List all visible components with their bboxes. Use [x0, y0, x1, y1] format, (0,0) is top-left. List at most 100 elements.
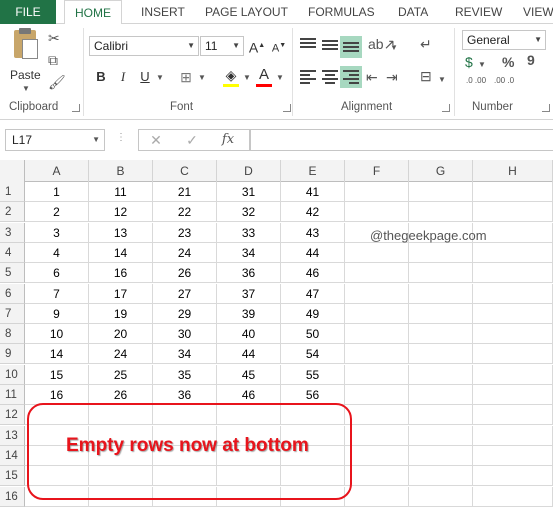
cell-e8[interactable]: 50 — [281, 324, 345, 345]
cell-h9[interactable] — [473, 344, 553, 365]
align-middle-icon[interactable] — [322, 40, 338, 54]
tab-home[interactable]: HOME — [64, 0, 122, 25]
tab-insert[interactable]: INSERT — [141, 0, 185, 24]
font-launcher-icon[interactable] — [283, 104, 291, 112]
cell-c10[interactable]: 35 — [153, 364, 217, 385]
enter-icon[interactable]: ✓ — [176, 129, 208, 151]
column-header-a[interactable]: A — [25, 160, 89, 182]
cell-h12[interactable] — [473, 405, 553, 426]
tab-page-layout[interactable]: PAGE LAYOUT — [205, 0, 288, 24]
name-box[interactable]: L17 ▼ — [5, 129, 105, 151]
cell-d5[interactable]: 36 — [217, 263, 281, 284]
decrease-decimal-button[interactable]: .00 .0 — [494, 76, 518, 85]
cell-f1[interactable] — [345, 182, 409, 202]
cell-c5[interactable]: 26 — [153, 263, 217, 284]
row-header[interactable]: 9 — [0, 344, 25, 365]
column-header-b[interactable]: B — [89, 160, 153, 182]
underline-button[interactable]: U — [136, 68, 154, 86]
cell-b3[interactable]: 13 — [89, 222, 153, 243]
cell-g7[interactable] — [409, 303, 473, 324]
row-header[interactable]: 1 — [0, 182, 25, 202]
merge-center-icon[interactable]: ⊟ — [420, 68, 432, 84]
cell-b4[interactable]: 14 — [89, 242, 153, 263]
chevron-down-icon[interactable]: ▼ — [390, 40, 398, 56]
number-format-select[interactable]: General ▼ — [462, 30, 546, 50]
cell-d1[interactable]: 31 — [217, 182, 281, 202]
number-launcher-icon[interactable] — [542, 104, 550, 112]
cell-h8[interactable] — [473, 324, 553, 345]
increase-decimal-button[interactable]: .0 .00 — [466, 76, 490, 85]
chevron-down-icon[interactable]: ▼ — [243, 70, 251, 86]
cell-f11[interactable] — [345, 385, 409, 405]
row-header[interactable]: 15 — [0, 466, 25, 487]
cell-b6[interactable]: 17 — [89, 283, 153, 304]
cell-d11[interactable]: 46 — [217, 385, 281, 405]
row-header[interactable]: 14 — [0, 445, 25, 466]
cell-f16[interactable] — [345, 486, 409, 507]
cell-f4[interactable] — [345, 242, 409, 263]
cell-b2[interactable]: 12 — [89, 202, 153, 223]
cell-a4[interactable]: 4 — [25, 242, 89, 263]
alignment-launcher-icon[interactable] — [442, 104, 450, 112]
cell-a2[interactable]: 2 — [25, 202, 89, 223]
cell-c2[interactable]: 22 — [153, 202, 217, 223]
copy-icon[interactable]: ⧉ — [48, 52, 58, 68]
cell-c8[interactable]: 30 — [153, 324, 217, 345]
cell-a8[interactable]: 10 — [25, 324, 89, 345]
cell-g14[interactable] — [409, 445, 473, 466]
cell-f2[interactable] — [345, 202, 409, 223]
cell-e4[interactable]: 44 — [281, 242, 345, 263]
cell-f7[interactable] — [345, 303, 409, 324]
cell-f14[interactable] — [345, 445, 409, 466]
cell-e10[interactable]: 55 — [281, 364, 345, 385]
cancel-icon[interactable]: ✕ — [140, 129, 172, 151]
cell-h14[interactable] — [473, 445, 553, 466]
font-name-select[interactable]: Calibri ▼ — [89, 36, 199, 56]
cell-g1[interactable] — [409, 182, 473, 202]
cell-e11[interactable]: 56 — [281, 385, 345, 405]
cell-e3[interactable]: 43 — [281, 222, 345, 243]
cell-h15[interactable] — [473, 466, 553, 487]
cell-d6[interactable]: 37 — [217, 283, 281, 304]
cell-b8[interactable]: 20 — [89, 324, 153, 345]
formula-input[interactable] — [250, 129, 553, 151]
cell-e2[interactable]: 42 — [281, 202, 345, 223]
align-left-icon[interactable] — [300, 70, 316, 84]
percent-button[interactable]: % — [502, 54, 514, 70]
cell-c3[interactable]: 23 — [153, 222, 217, 243]
format-painter-icon[interactable]: 🖌 — [48, 74, 66, 90]
cell-e1[interactable]: 41 — [281, 182, 345, 202]
cell-f12[interactable] — [345, 405, 409, 426]
fill-color-icon[interactable]: ◈ — [222, 66, 240, 84]
tab-view[interactable]: VIEW — [523, 0, 553, 24]
tab-file[interactable]: FILE — [0, 0, 56, 24]
cell-e6[interactable]: 47 — [281, 283, 345, 304]
chevron-down-icon[interactable]: ▼ — [478, 57, 486, 73]
cell-a11[interactable]: 16 — [25, 385, 89, 405]
paste-button[interactable]: Paste ▼ — [8, 28, 46, 93]
cell-e7[interactable]: 49 — [281, 303, 345, 324]
cell-c4[interactable]: 24 — [153, 242, 217, 263]
column-header-e[interactable]: E — [281, 160, 345, 182]
cell-g11[interactable] — [409, 385, 473, 405]
cell-g10[interactable] — [409, 364, 473, 385]
cell-h1[interactable] — [473, 182, 553, 202]
row-header[interactable]: 11 — [0, 385, 25, 405]
cell-d4[interactable]: 34 — [217, 242, 281, 263]
cell-g4[interactable] — [409, 242, 473, 263]
row-header[interactable]: 13 — [0, 425, 25, 446]
row-header[interactable]: 7 — [0, 303, 25, 324]
cell-f13[interactable] — [345, 425, 409, 446]
cell-b11[interactable]: 26 — [89, 385, 153, 405]
row-header[interactable]: 6 — [0, 283, 25, 304]
cell-h6[interactable] — [473, 283, 553, 304]
cell-a1[interactable]: 1 — [25, 182, 89, 202]
cell-d8[interactable]: 40 — [217, 324, 281, 345]
cell-b10[interactable]: 25 — [89, 364, 153, 385]
column-header-c[interactable]: C — [153, 160, 217, 182]
tab-formulas[interactable]: FORMULAS — [308, 0, 375, 24]
cell-d7[interactable]: 39 — [217, 303, 281, 324]
cell-c11[interactable]: 36 — [153, 385, 217, 405]
column-header-g[interactable]: G — [409, 160, 473, 182]
align-center-icon[interactable] — [322, 70, 338, 84]
